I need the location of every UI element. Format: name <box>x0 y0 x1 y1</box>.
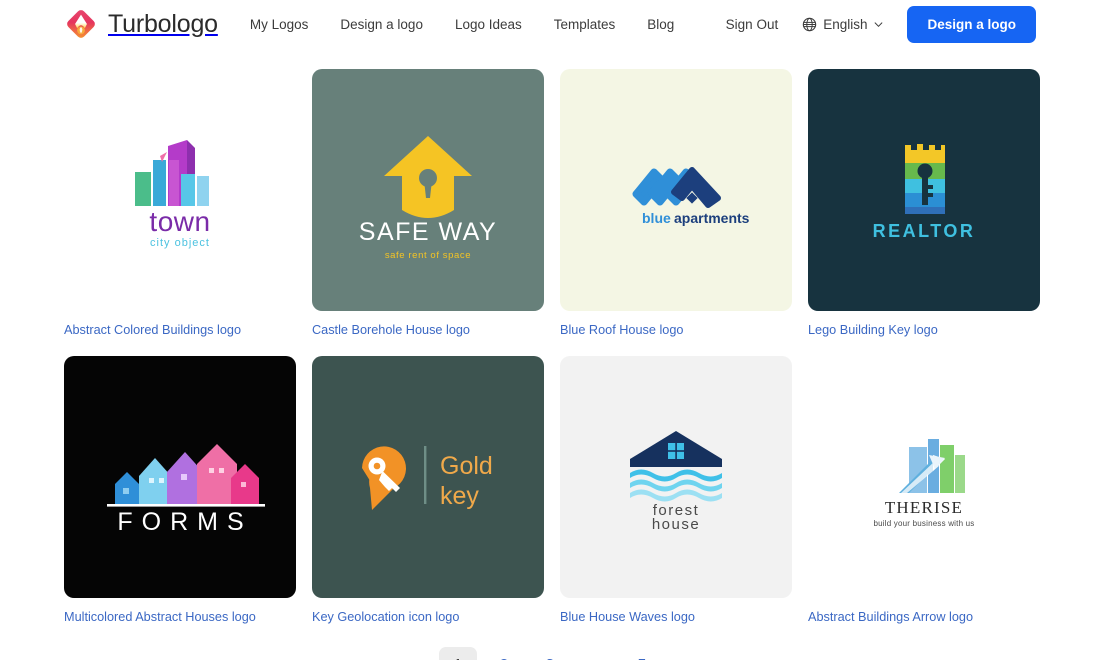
gold-key-logo-image: Gold key <box>361 446 493 510</box>
design-a-logo-button[interactable]: Design a logo <box>907 5 1036 43</box>
logo-gallery-grid: town city object Abstract Colored Buildi… <box>0 48 1100 643</box>
logo-card: FORMS Multicolored Abstract Houses logo <box>64 356 296 643</box>
logo-card: forest house Blue House Waves logo <box>560 356 792 643</box>
blue-apartments-logo-image: blue apartments <box>632 167 750 226</box>
logo-caption-link[interactable]: Lego Building Key logo <box>808 323 1040 337</box>
realtor-logo-image: REALTOR <box>873 143 976 241</box>
pagination-page-2[interactable]: 2 <box>485 647 523 660</box>
language-selector[interactable]: English <box>802 17 883 32</box>
therise-logo-image: THERISE build your business with us <box>873 438 974 528</box>
logo-card: town city object Abstract Colored Buildi… <box>64 69 296 356</box>
logo-thumbnail-safe-way[interactable]: SAFE WAY safe rent of space <box>312 69 544 311</box>
logo-caption-link[interactable]: Key Geolocation icon logo <box>312 610 544 624</box>
forms-logo-image: FORMS <box>106 443 265 535</box>
svg-text:FORMS: FORMS <box>117 508 252 535</box>
logo-thumbnail-gold-key[interactable]: Gold key <box>312 356 544 598</box>
logo-caption-link[interactable]: Abstract Buildings Arrow logo <box>808 610 1040 624</box>
logo-thumbnail-therise[interactable]: THERISE build your business with us <box>808 356 1040 598</box>
logo-thumbnail-forest-house[interactable]: forest house <box>560 356 792 598</box>
svg-text:REALTOR: REALTOR <box>873 221 976 241</box>
svg-text:town: town <box>149 206 210 237</box>
logo-caption-link[interactable]: Multicolored Abstract Houses logo <box>64 610 296 624</box>
logo-card: blue apartments Blue Roof House logo <box>560 69 792 356</box>
header-actions: Sign Out English Design a logo <box>726 5 1036 43</box>
town-city-object-logo-image: town city object <box>135 140 210 249</box>
svg-text:house: house <box>652 516 700 530</box>
svg-text:build your business with us: build your business with us <box>873 519 974 528</box>
svg-text:city object: city object <box>150 237 210 249</box>
main-navigation: My Logos Design a logo Logo Ideas Templa… <box>250 17 674 32</box>
logo-caption-link[interactable]: Blue House Waves logo <box>560 610 792 624</box>
svg-text:SAFE WAY: SAFE WAY <box>359 218 497 246</box>
logo-thumbnail-realtor[interactable]: REALTOR <box>808 69 1040 311</box>
brand-logo-link[interactable]: Turbologo <box>64 7 218 41</box>
sign-out-link[interactable]: Sign Out <box>726 17 779 32</box>
logo-caption-link[interactable]: Castle Borehole House logo <box>312 323 544 337</box>
pagination-page-5[interactable]: 5 <box>623 647 661 660</box>
nav-item-logo-ideas[interactable]: Logo Ideas <box>455 17 522 32</box>
logo-thumbnail-forms[interactable]: FORMS <box>64 356 296 598</box>
globe-icon <box>802 17 817 31</box>
turbologo-diamond-icon <box>67 10 95 38</box>
svg-text:THERISE: THERISE <box>885 498 963 517</box>
brand-name: Turbologo <box>108 9 218 38</box>
nav-item-templates[interactable]: Templates <box>554 17 616 32</box>
logo-thumbnail-town-city-object[interactable]: town city object <box>64 69 296 311</box>
nav-item-my-logos[interactable]: My Logos <box>250 17 309 32</box>
logo-thumbnail-blue-apartments[interactable]: blue apartments <box>560 69 792 311</box>
nav-item-blog[interactable]: Blog <box>647 17 674 32</box>
safe-way-logo-image: SAFE WAY safe rent of space <box>359 135 497 261</box>
svg-text:apartments: apartments <box>674 210 750 226</box>
site-header: Turbologo My Logos Design a logo Logo Id… <box>0 0 1100 48</box>
logo-caption-link[interactable]: Blue Roof House logo <box>560 323 792 337</box>
logo-card: REALTOR Lego Building Key logo <box>808 69 1040 356</box>
language-label: English <box>823 16 868 32</box>
svg-text:blue: blue <box>642 210 671 226</box>
pagination: 1 2 3 ... 5 <box>0 647 1100 660</box>
logo-card: Gold key Key Geolocation icon logo <box>312 356 544 643</box>
logo-card: THERISE build your business with us Abst… <box>808 356 1040 643</box>
chevron-down-icon <box>875 21 883 27</box>
pagination-ellipsis: ... <box>577 647 615 660</box>
pagination-page-3[interactable]: 3 <box>531 647 569 660</box>
svg-text:Gold: Gold <box>440 452 493 480</box>
logo-card: SAFE WAY safe rent of space Castle Boreh… <box>312 69 544 356</box>
forest-house-logo-image: forest house <box>630 430 722 530</box>
nav-item-design-a-logo[interactable]: Design a logo <box>340 17 423 32</box>
svg-text:safe rent of space: safe rent of space <box>385 250 471 261</box>
logo-caption-link[interactable]: Abstract Colored Buildings logo <box>64 323 296 337</box>
pagination-page-1[interactable]: 1 <box>439 647 477 660</box>
svg-text:key: key <box>440 482 479 510</box>
